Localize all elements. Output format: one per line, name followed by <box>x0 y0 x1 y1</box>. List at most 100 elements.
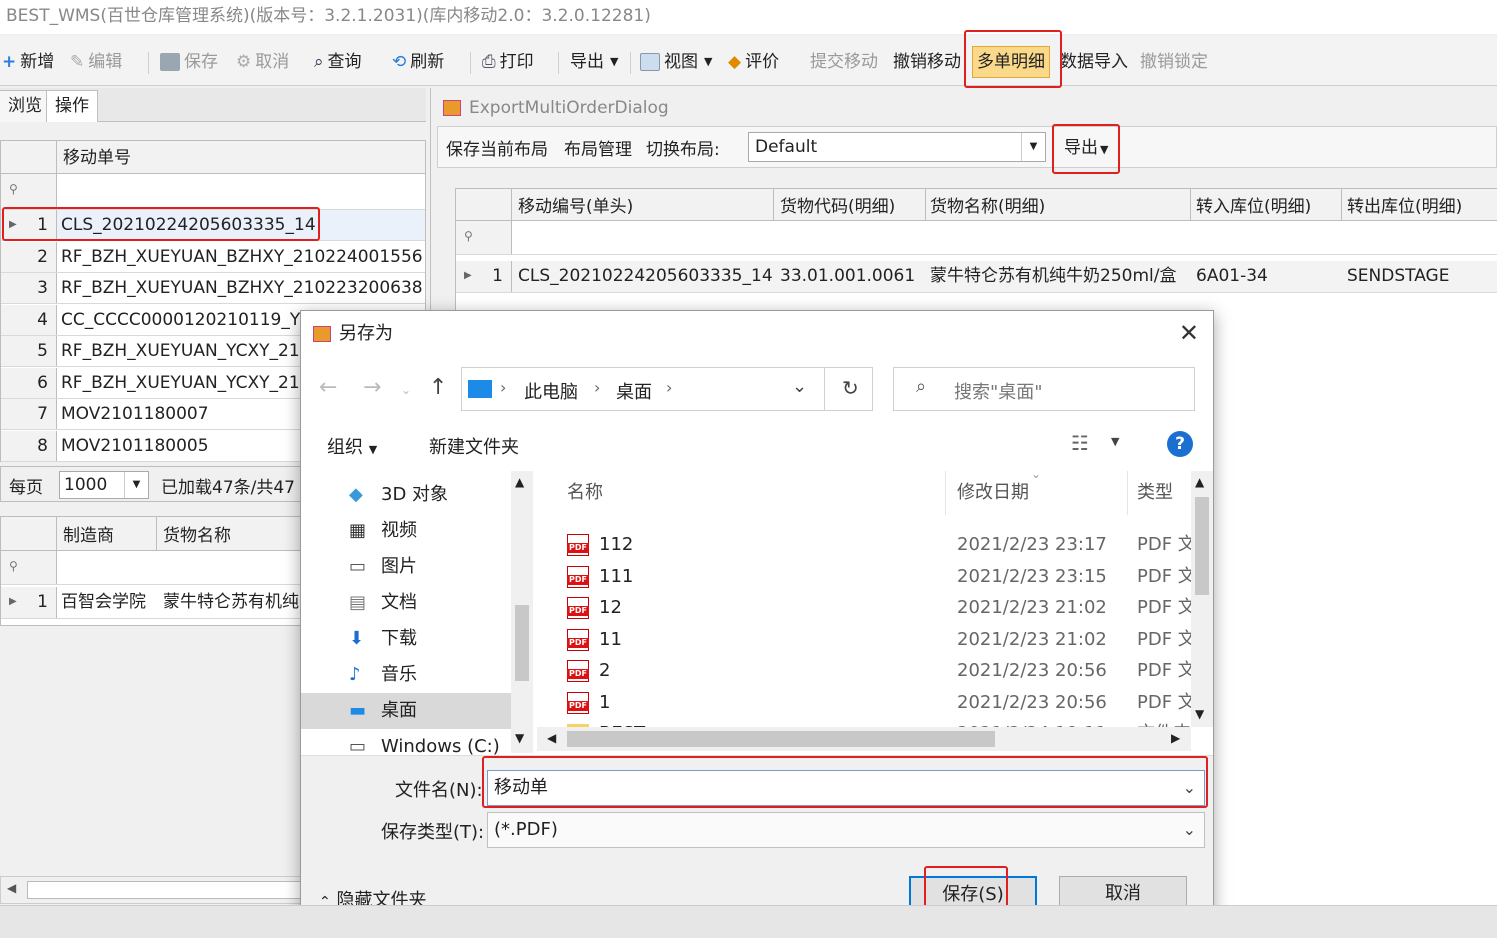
column-modified[interactable]: 修改日期 <box>957 471 1029 515</box>
forward-icon[interactable]: → <box>363 375 381 400</box>
layout-select[interactable]: Default ▼ <box>748 132 1046 162</box>
tab-operate[interactable]: 操作 <box>46 90 98 122</box>
view-dropdown[interactable]: 视图 ▼ <box>640 48 712 76</box>
column-move-code[interactable]: 移动编号(单头) <box>518 192 633 217</box>
toolbar-divider <box>470 52 471 74</box>
chevron-right-icon: › <box>666 378 673 397</box>
back-icon[interactable]: ← <box>319 375 337 400</box>
export-dropdown[interactable]: 导出 ▼ <box>570 48 618 76</box>
file-item[interactable]: 22021/2/23 20:56PDF 文 <box>567 655 1196 686</box>
filter-icon: ⚲ <box>464 229 473 243</box>
nav-item-cube[interactable]: ◆ 3D 对象 <box>301 477 511 513</box>
video-icon: ▦ <box>349 520 367 541</box>
column-maker[interactable]: 制造商 <box>63 521 114 546</box>
picture-icon: ▭ <box>349 556 367 577</box>
chevron-down-icon: ▼ <box>124 472 148 498</box>
filetype-select[interactable]: (*.PDF) ⌄ <box>487 812 1205 848</box>
filter-row[interactable]: ⚲ <box>1 174 425 210</box>
breadcrumb-pc[interactable]: 此电脑 <box>524 378 578 404</box>
refresh-icon[interactable]: ↻ <box>842 376 859 400</box>
file-item[interactable]: 12021/2/23 20:56PDF 文 <box>567 687 1196 718</box>
cancel-button[interactable]: ⚙ 取消 <box>236 48 289 76</box>
per-page-select[interactable]: 1000 ▼ <box>59 471 149 499</box>
new-button[interactable]: + 新增 <box>2 48 54 76</box>
highlight-export <box>1052 124 1120 174</box>
column-name[interactable]: 名称 <box>567 471 603 515</box>
nav-item-download[interactable]: ⬇ 下载 <box>301 621 511 657</box>
chevron-down-icon: ▼ <box>368 443 378 456</box>
app-icon <box>443 100 461 116</box>
print-button[interactable]: ⎙ 打印 <box>482 48 534 76</box>
file-item[interactable]: 1112021/2/23 23:15PDF 文 <box>567 561 1196 592</box>
save-as-dialog: 另存为 ✕ ← → ⌄ ↑ › 此电脑 › 桌面 › ⌄ ↻ ⌕ 搜索"桌面" … <box>300 310 1214 930</box>
nav-item-document[interactable]: ▤ 文档 <box>301 585 511 621</box>
desktop-icon: ▬ <box>349 700 367 721</box>
table-row[interactable]: 1 ▶ CLS_20210224205603335_14 33.01.001.0… <box>456 261 1497 293</box>
chevron-down-icon: ▼ <box>1021 133 1045 161</box>
help-icon[interactable]: ? <box>1167 431 1193 457</box>
table-row[interactable]: 3 RF_BZH_XUEYUAN_BZHXY_210223200638 <box>1 273 425 304</box>
save-layout-button[interactable]: 保存当前布局 <box>446 135 548 160</box>
column-out-location[interactable]: 转出库位(明细) <box>1347 192 1462 217</box>
column-goods-name[interactable]: 货物名称(明细) <box>930 192 1045 217</box>
row-pointer-icon: ▶ <box>9 596 17 607</box>
nav-item-picture[interactable]: ▭ 图片 <box>301 549 511 585</box>
filename-label: 文件名(N): <box>395 780 483 801</box>
switch-layout-label: 切换布局: <box>646 140 720 160</box>
column-goods-code[interactable]: 货物代码(明细) <box>780 192 895 217</box>
table-row[interactable]: 2 RF_BZH_XUEYUAN_BZHXY_210224001556 <box>1 241 425 273</box>
organize-button[interactable]: 组织 ▼ <box>327 433 377 459</box>
navigation-pane: ◆ 3D 对象 ▦ 视频 ▭ 图片 ▤ 文档 ⬇ 下载 ♪ 音乐 ▬ 桌面 ▭ Windows (C:) ▲ … <box>301 471 535 757</box>
close-icon[interactable]: ✕ <box>1179 321 1199 345</box>
revoke-move-button[interactable]: 撤销移动 <box>893 48 961 76</box>
query-button[interactable]: ⌕ 查询 <box>314 48 362 76</box>
revoke-lock-button[interactable]: 撤销锁定 <box>1140 48 1208 76</box>
nav-item-music[interactable]: ♪ 音乐 <box>301 657 511 693</box>
nav-item-video[interactable]: ▦ 视频 <box>301 513 511 549</box>
horizontal-scrollbar[interactable]: ◀ ▶ <box>537 727 1191 751</box>
nav-scrollbar[interactable]: ▲ ▼ <box>511 471 533 753</box>
up-icon[interactable]: ↑ <box>429 375 447 400</box>
view-options-icon[interactable]: ☷ <box>1071 431 1089 455</box>
layout-bar: 保存当前布局 布局管理 切换布局: Default ▼ 导出 ▼ <box>437 126 1497 168</box>
gear-icon: ⚙ <box>236 52 252 72</box>
chevron-down-icon: ⌄ <box>1182 820 1196 839</box>
chevron-down-icon[interactable]: ▼ <box>1111 435 1119 448</box>
file-item[interactable]: 112021/2/23 21:02PDF 文 <box>567 624 1196 655</box>
pdf-file-icon <box>567 628 589 651</box>
file-item[interactable]: 122021/2/23 21:02PDF 文 <box>567 592 1196 623</box>
chevron-down-icon[interactable]: ⌄ <box>792 376 807 397</box>
column-move-no[interactable]: 移动单号 <box>63 145 131 171</box>
filter-row[interactable]: ⚲ <box>456 221 1497 255</box>
refresh-button[interactable]: ⟲ 刷新 <box>392 48 444 76</box>
filter-icon: ⚲ <box>9 559 18 573</box>
pencil-icon: ✎ <box>70 52 85 72</box>
row-pointer-icon: ▶ <box>464 270 472 281</box>
recent-dropdown-icon[interactable]: ⌄ <box>401 383 411 397</box>
vertical-scrollbar[interactable]: ▲ ▼ <box>1191 471 1213 727</box>
sort-indicator-icon: ⌄ <box>1031 467 1042 481</box>
breadcrumb-desktop[interactable]: 桌面 <box>616 378 652 404</box>
submit-move-button[interactable]: 提交移动 <box>810 48 878 76</box>
search-input[interactable]: ⌕ 搜索"桌面" <box>893 367 1195 411</box>
column-type[interactable]: 类型 <box>1137 471 1173 515</box>
rate-icon: ◆ <box>728 52 742 72</box>
refresh-icon: ⟲ <box>392 52 407 72</box>
rate-button[interactable]: ◆ 评价 <box>728 48 779 76</box>
arrow-left-icon: ◀ <box>7 881 17 895</box>
nav-item-desktop[interactable]: ▬ 桌面 <box>301 693 511 729</box>
pdf-file-icon <box>567 691 589 714</box>
layout-manage-button[interactable]: 布局管理 <box>564 135 632 160</box>
arrow-right-icon: ▶ <box>1171 731 1181 745</box>
address-bar[interactable]: › 此电脑 › 桌面 › ⌄ ↻ <box>461 367 873 411</box>
file-item[interactable]: 1122021/2/23 23:17PDF 文 <box>567 529 1196 560</box>
edit-button[interactable]: ✎ 编辑 <box>70 48 122 76</box>
column-goods-name[interactable]: 货物名称 <box>163 521 231 546</box>
data-import-button[interactable]: 数据导入 <box>1060 48 1128 76</box>
column-in-location[interactable]: 转入库位(明细) <box>1196 192 1311 217</box>
toolbar-divider <box>558 52 559 74</box>
new-folder-button[interactable]: 新建文件夹 <box>429 433 519 459</box>
save-button[interactable]: 保存 <box>160 48 218 76</box>
arrow-up-icon: ▲ <box>515 475 525 489</box>
tab-browse[interactable]: 浏览 <box>0 90 51 122</box>
